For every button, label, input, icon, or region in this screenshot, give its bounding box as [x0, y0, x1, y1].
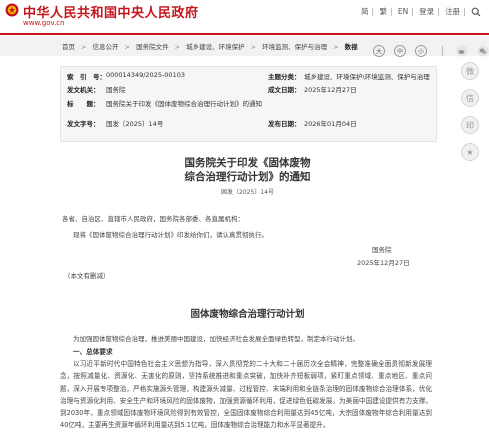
svg-text:大: 大: [376, 47, 382, 55]
breadcrumb-item[interactable]: 信息公开: [93, 43, 119, 51]
header-divider: [0, 33, 489, 35]
meta-label: 索 引 号：: [67, 73, 106, 81]
signer: 国务院: [372, 246, 392, 254]
top-link-login[interactable]: 登录: [419, 6, 434, 17]
search-icon[interactable]: [471, 7, 481, 17]
top-link-simplified[interactable]: 简: [361, 6, 369, 17]
section-body: 以习近平新时代中国特色社会主义思想为指导，深入贯彻党的二十大和二十届历次全会精神…: [60, 360, 432, 430]
meta-label: 发文字号：: [67, 120, 100, 128]
breadcrumb-item[interactable]: 首页: [62, 43, 75, 51]
public-note: （本文有删减）: [64, 272, 110, 280]
national-emblem-icon[interactable]: [5, 3, 19, 17]
site-header: 中华人民共和国中央人民政府 www.gov.cn 简 | 繁 | EN | 登录 | 注…: [0, 0, 489, 33]
page-tools: 大 中 小: [373, 40, 489, 59]
meta-label: 发布日期：: [268, 120, 301, 128]
meta-value: 国务院: [106, 86, 126, 94]
top-link-traditional[interactable]: 繁: [379, 6, 387, 17]
meta-value: 城乡建设、环境保护\环境监测、保护与治理: [304, 73, 430, 81]
svg-text:★: ★: [466, 148, 473, 157]
meta-value: 国务院关于印发《固体废物综合治理行动计划》的通知: [106, 100, 262, 108]
meta-label: 主题分类：: [268, 73, 301, 81]
document-meta-table: 索 引 号： 000014349/2025-00103 主题分类： 城乡建设、环…: [60, 66, 437, 142]
top-link-register[interactable]: 注册: [445, 6, 460, 17]
meta-value: 2025年12月27日: [304, 86, 357, 94]
tool-divider: [442, 45, 444, 56]
notice-body: 现将《固体废物综合治理行动计划》印发给你们，请认真贯彻执行。: [73, 231, 268, 239]
article-title-line2: 综合治理行动计划》的通知: [184, 171, 311, 183]
print-icon[interactable]: 印: [461, 116, 479, 134]
font-medium-icon[interactable]: 中: [394, 44, 406, 57]
meta-label: 发文机关：: [67, 86, 100, 94]
top-link-english[interactable]: EN: [398, 7, 408, 16]
section-heading: 一、总体要求: [73, 348, 113, 356]
svg-text:中: 中: [397, 47, 403, 55]
breadcrumb-current: 数视: [344, 43, 358, 51]
favorite-icon[interactable]: ★: [461, 143, 479, 161]
site-url: www.gov.cn: [23, 19, 65, 27]
meta-value: 2026年01月04日: [304, 120, 357, 128]
greeting: 各省、自治区、直辖市人民政府，国务院各部委、各直属机构：: [62, 215, 244, 223]
svg-text:信: 信: [466, 93, 474, 103]
svg-text:小: 小: [418, 47, 424, 55]
breadcrumb-item[interactable]: 国务院文件: [136, 43, 169, 51]
meta-label: 标 题：: [67, 100, 100, 108]
article-title-line1: 国务院关于印发《固体废物: [184, 157, 311, 169]
meta-value: 国发〔2025〕14号: [106, 120, 164, 128]
share-sidebar: 微信印 ★: [456, 62, 484, 170]
plan-title: 固体废物综合治理行动计划: [190, 309, 305, 320]
document-number: 国发〔2025〕14号: [221, 189, 274, 196]
svg-text:微: 微: [466, 66, 474, 76]
breadcrumb-item[interactable]: 环境监测、保护与治理: [262, 43, 327, 51]
weibo-icon[interactable]: 微: [461, 62, 479, 80]
breadcrumb-bar: 首页 > 信息公开 > 国务院文件 > 城乡建设、环境保护 > 环境监测、保护与治理 > …: [0, 36, 489, 59]
breadcrumb: 首页 > 信息公开 > 国务院文件 > 城乡建设、环境保护 > 环境监测、保护与治理 > …: [62, 43, 358, 51]
meta-value: 000014349/2025-00103: [106, 71, 185, 79]
weibo-share-icon[interactable]: [456, 45, 468, 57]
wechat-share-icon[interactable]: [477, 45, 489, 57]
svg-text:印: 印: [466, 121, 474, 130]
breadcrumb-item[interactable]: 城乡建设、环境保护: [186, 43, 245, 51]
top-links: 简 | 繁 | EN | 登录 | 注册 |: [361, 6, 481, 17]
sign-date: 2025年12月27日: [357, 259, 410, 267]
font-large-icon[interactable]: 大: [373, 44, 385, 57]
meta-label: 成文日期：: [268, 86, 301, 94]
plan-intro: 为加强固体废物综合治理，推进美丽中国建设，加快经济社会发展全面绿色转型，制定本行…: [73, 335, 359, 343]
wechat-icon[interactable]: 信: [461, 89, 479, 107]
font-small-icon[interactable]: 小: [415, 44, 428, 57]
